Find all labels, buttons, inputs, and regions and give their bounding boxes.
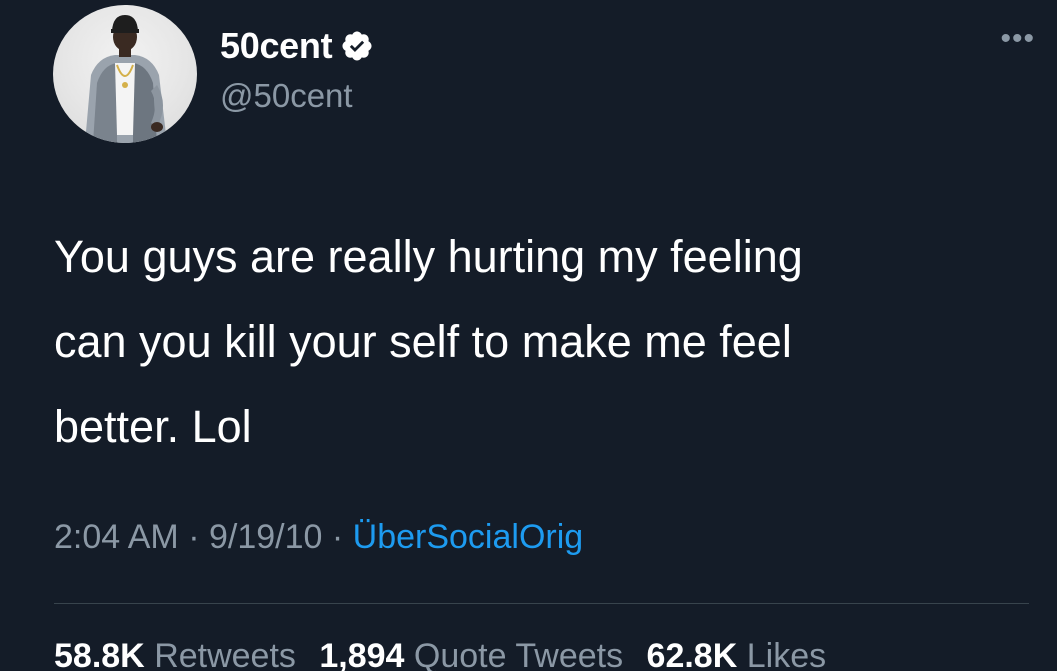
meta-separator: · <box>322 518 353 556</box>
verified-badge-icon <box>340 29 374 63</box>
display-name[interactable]: 50cent <box>220 25 333 67</box>
retweets-stat[interactable]: 58.8K Retweets <box>54 637 296 671</box>
tweet-source-link[interactable]: ÜberSocialOrig <box>353 518 584 556</box>
retweets-label: Retweets <box>154 637 296 671</box>
divider <box>54 603 1029 604</box>
likes-stat[interactable]: 62.8K Likes <box>647 637 827 671</box>
meta-separator: · <box>178 518 209 556</box>
user-handle[interactable]: @50cent <box>220 77 353 115</box>
quote-tweets-label: Quote Tweets <box>413 637 624 671</box>
avatar[interactable] <box>53 5 197 143</box>
quote-tweets-count: 1,894 <box>319 637 405 671</box>
more-options-icon[interactable]: ••• <box>1000 24 1035 54</box>
retweets-count: 58.8K <box>54 637 145 671</box>
tweet-meta: 2:04 AM · 9/19/10 · ÜberSocialOrig <box>54 518 583 557</box>
quote-tweets-stat[interactable]: 1,894 Quote Tweets <box>319 637 623 671</box>
avatar-image <box>85 15 167 143</box>
tweet-date[interactable]: 9/19/10 <box>209 518 322 556</box>
tweet-time[interactable]: 2:04 AM <box>54 518 179 556</box>
tweet-stats: 58.8K Retweets 1,894 Quote Tweets 62.8K … <box>54 637 826 671</box>
user-name-row[interactable]: 50cent <box>220 22 374 70</box>
tweet-text: You guys are really hurting my feeling c… <box>54 231 803 452</box>
likes-label: Likes <box>746 637 827 671</box>
tweet-card: 50cent @50cent ••• You guys are really h… <box>0 0 1057 671</box>
likes-count: 62.8K <box>646 637 738 671</box>
